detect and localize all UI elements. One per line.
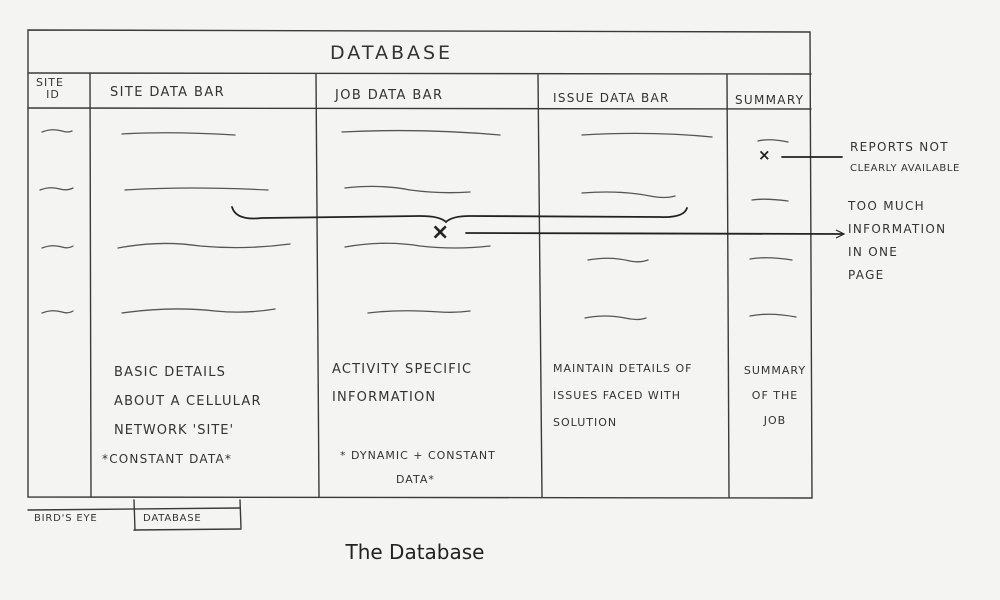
placeholder-line: [367, 310, 471, 314]
column-divider: [537, 74, 543, 498]
placeholder-line: [749, 257, 793, 261]
issue-marker-icon: ×: [431, 220, 450, 245]
placeholder-line: [757, 139, 789, 143]
description-line: MAINTAIN DETAILS OF: [553, 362, 693, 375]
column-divider: [726, 74, 730, 498]
column-header-site-id-line2: ID: [46, 88, 60, 102]
annotation-line: PAGE: [848, 268, 885, 282]
column-divider: [315, 73, 320, 498]
placeholder-line: [581, 191, 676, 199]
pointer-line: [465, 232, 843, 235]
column-header-issue-data[interactable]: ISSUE DATA BAR: [553, 92, 670, 104]
job-data-note: * DYNAMIC + CONSTANT DATA*: [340, 444, 496, 492]
placeholder-line: [41, 245, 74, 249]
column-divider: [89, 73, 92, 498]
annotation-too-much-information: TOO MUCH INFORMATION IN ONE PAGE: [848, 195, 946, 287]
annotation-line: CLEARLY AVAILABLE: [850, 163, 960, 174]
title-divider: [27, 72, 812, 75]
description-line: SOLUTION: [553, 416, 618, 429]
tab-divider: [239, 499, 242, 529]
placeholder-line: [344, 185, 471, 194]
placeholder-line: [39, 187, 74, 191]
placeholder-line: [587, 257, 649, 263]
tab-divider: [133, 499, 136, 531]
tab-birds-eye[interactable]: BIRD'S EYE: [34, 513, 97, 524]
placeholder-line: [584, 315, 647, 321]
placeholder-line: [341, 129, 501, 136]
description-line: JOB: [763, 414, 787, 427]
description-line: DATA*: [396, 473, 435, 486]
issue-data-description: MAINTAIN DETAILS OF ISSUES FACED WITH SO…: [553, 355, 693, 436]
window-title: DATABASE: [330, 42, 454, 64]
grouping-brace: [231, 206, 688, 224]
annotation-line: INFORMATION: [848, 222, 947, 236]
site-data-description: BASIC DETAILS ABOUT A CELLULAR NETWORK '…: [102, 358, 262, 474]
tab-database[interactable]: DATABASE: [143, 513, 202, 524]
figure-caption: The Database: [345, 540, 485, 564]
column-header-job-data[interactable]: JOB DATA BAR: [335, 89, 443, 102]
column-header-site-id[interactable]: SITE ID: [36, 76, 64, 102]
placeholder-line: [121, 132, 236, 136]
annotation-reports-not-available: REPORTS NOT CLEARLY AVAILABLE: [850, 136, 960, 180]
summary-description: SUMMARY OF THE JOB: [740, 358, 810, 433]
annotation-line: IN ONE: [848, 245, 899, 259]
placeholder-line: [751, 198, 789, 202]
issue-marker-icon: ×: [758, 146, 771, 164]
annotation-line: TOO MUCH: [848, 199, 925, 213]
header-divider: [27, 107, 812, 110]
column-header-summary[interactable]: SUMMARY: [735, 94, 804, 106]
placeholder-line: [41, 310, 74, 314]
placeholder-line: [344, 242, 491, 249]
description-line: INFORMATION: [332, 390, 437, 405]
description-line: SUMMARY: [743, 364, 807, 377]
job-data-description: ACTIVITY SPECIFIC INFORMATION: [332, 356, 472, 412]
description-line: NETWORK 'SITE': [114, 423, 235, 438]
placeholder-line: [41, 129, 73, 133]
description-line: ACTIVITY SPECIFIC: [332, 362, 473, 377]
placeholder-line: [121, 308, 276, 314]
column-header-site-data[interactable]: SITE DATA BAR: [110, 86, 225, 99]
description-line: OF THE: [751, 389, 799, 402]
tab-bar-bottom: [133, 528, 242, 531]
description-line: *CONSTANT DATA*: [102, 452, 233, 466]
annotation-line: REPORTS NOT: [850, 140, 949, 154]
description-line: * DYNAMIC + CONSTANT: [340, 449, 496, 462]
placeholder-line: [581, 132, 713, 138]
description-line: ABOUT A CELLULAR: [114, 394, 262, 409]
placeholder-line: [117, 242, 291, 249]
description-line: BASIC DETAILS: [114, 365, 227, 380]
description-line: ISSUES FACED WITH: [553, 389, 682, 402]
placeholder-line: [124, 187, 269, 191]
placeholder-line: [749, 313, 797, 318]
